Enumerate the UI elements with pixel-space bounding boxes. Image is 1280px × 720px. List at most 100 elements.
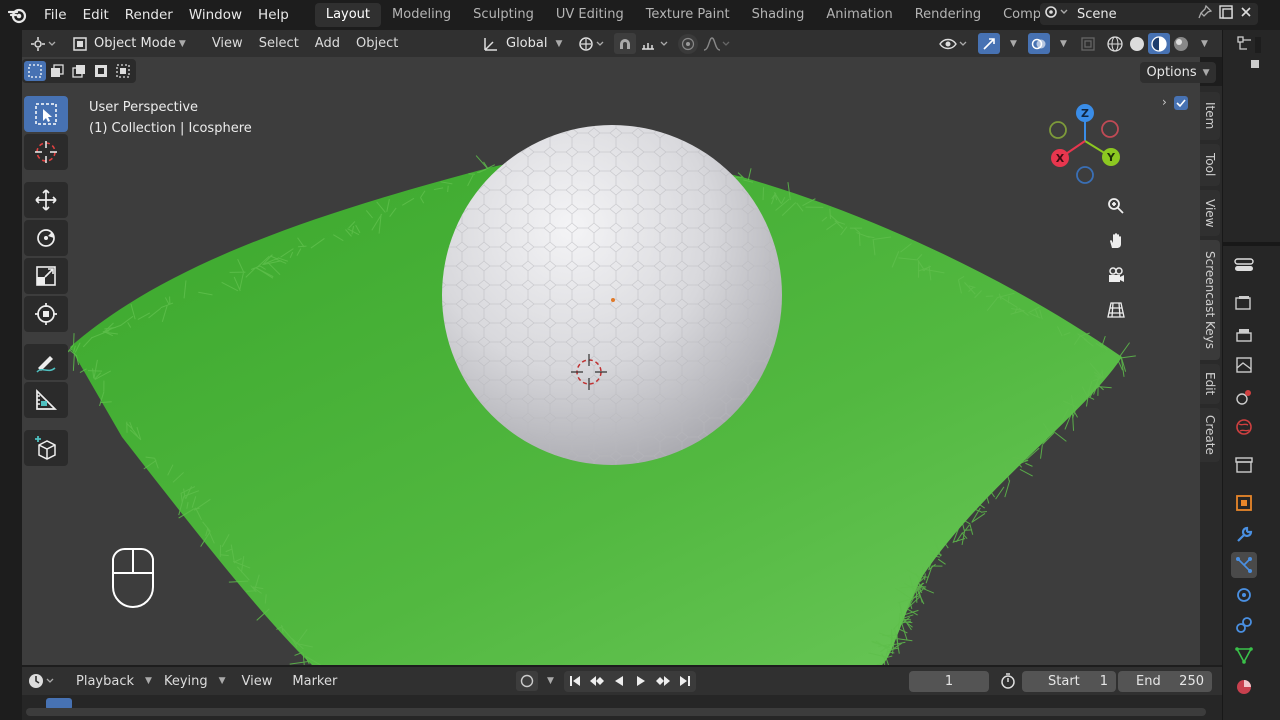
end-frame-field[interactable]: End 250: [1118, 670, 1212, 692]
measure-tool[interactable]: [24, 382, 68, 418]
pivot-point-icon[interactable]: [578, 35, 608, 53]
world-properties-icon[interactable]: [1231, 414, 1257, 440]
menu-window[interactable]: Window: [181, 0, 250, 30]
transform-orientation-dropdown[interactable]: Global ▼: [482, 35, 562, 53]
select-box-tool[interactable]: [24, 96, 68, 132]
start-frame-field[interactable]: Start 1: [1022, 670, 1116, 692]
timeline-editor-icon[interactable]: [28, 672, 58, 690]
proportional-edit-icon[interactable]: [678, 33, 698, 54]
tab-screencast-keys[interactable]: Screencast Keys: [1200, 240, 1220, 360]
view-layer-properties-icon[interactable]: [1231, 352, 1257, 378]
select-intersect-icon[interactable]: [112, 61, 134, 81]
object-properties-icon[interactable]: [1231, 490, 1257, 516]
sidebar-checkbox[interactable]: [1174, 96, 1188, 110]
pin-icon[interactable]: [1198, 4, 1213, 23]
modifier-properties-icon[interactable]: [1231, 522, 1257, 548]
jump-start-icon[interactable]: [564, 671, 586, 692]
tool-properties-icon[interactable]: [1231, 252, 1257, 278]
tab-sculpting[interactable]: Sculpting: [462, 3, 545, 27]
grid-icon[interactable]: [1102, 296, 1130, 324]
constraints-properties-icon[interactable]: [1231, 612, 1257, 638]
current-frame-field[interactable]: 1: [909, 670, 989, 692]
move-tool[interactable]: [24, 182, 68, 218]
3d-viewport[interactable]: User Perspective (1) Collection | Icosph…: [22, 57, 1200, 665]
sidebar-toggle-icon[interactable]: ›: [1162, 95, 1167, 109]
output-properties-icon[interactable]: [1231, 322, 1257, 348]
wireframe-shading-icon[interactable]: [1106, 35, 1124, 53]
tab-animation[interactable]: Animation: [815, 3, 903, 27]
rendered-shading-icon[interactable]: [1172, 35, 1190, 53]
options-dropdown[interactable]: Options ▼: [1140, 62, 1216, 83]
viewport-menu-add[interactable]: Add: [307, 36, 348, 51]
select-new-icon[interactable]: [24, 61, 46, 81]
physics-properties-icon[interactable]: [1231, 582, 1257, 608]
chevron-down-icon[interactable]: ▼: [1010, 39, 1017, 49]
outliner-icon[interactable]: [1237, 36, 1261, 58]
viewport-menu-view[interactable]: View: [204, 36, 251, 51]
chevron-down-icon[interactable]: ▼: [1201, 39, 1208, 49]
cursor-tool[interactable]: [24, 134, 68, 170]
gizmo-toggle-icon[interactable]: [978, 33, 1000, 54]
tab-uv-editing[interactable]: UV Editing: [545, 3, 635, 27]
tab-texture-paint[interactable]: Texture Paint: [635, 3, 741, 27]
tab-create[interactable]: Create: [1200, 408, 1220, 462]
rotate-tool[interactable]: [24, 220, 68, 256]
solid-shading-icon[interactable]: [1128, 35, 1146, 53]
jump-keyframe-forward-icon[interactable]: [652, 671, 674, 692]
chevron-down-icon[interactable]: ▼: [547, 676, 554, 686]
tab-modeling[interactable]: Modeling: [381, 3, 462, 27]
tab-rendering[interactable]: Rendering: [904, 3, 992, 27]
chevron-down-icon[interactable]: ▼: [1060, 39, 1067, 49]
material-preview-shading-icon[interactable]: [1148, 33, 1170, 54]
timeline-ruler[interactable]: [22, 695, 1222, 720]
transform-tool[interactable]: [24, 296, 68, 332]
viewport-menu-select[interactable]: Select: [251, 36, 307, 51]
menu-render[interactable]: Render: [117, 0, 181, 30]
scale-tool[interactable]: [24, 258, 68, 294]
new-scene-icon[interactable]: [1218, 4, 1234, 24]
select-subtract-icon[interactable]: [68, 61, 90, 81]
scene-properties-icon[interactable]: [1231, 384, 1257, 410]
jump-keyframe-back-icon[interactable]: [586, 671, 608, 692]
falloff-icon[interactable]: [702, 35, 732, 53]
pan-hand-icon[interactable]: [1102, 227, 1130, 255]
select-invert-icon[interactable]: [90, 61, 112, 81]
material-properties-icon[interactable]: [1231, 674, 1257, 700]
timeline-scrollbar[interactable]: [26, 708, 1206, 716]
tab-view[interactable]: View: [1200, 190, 1220, 236]
tab-edit[interactable]: Edit: [1200, 364, 1220, 404]
tab-item[interactable]: Item: [1200, 92, 1220, 140]
play-icon[interactable]: [630, 671, 652, 692]
timeline-menu-keying[interactable]: Keying: [156, 674, 216, 689]
jump-end-icon[interactable]: [674, 671, 696, 692]
menu-file[interactable]: File: [36, 0, 75, 30]
timeline-menu-playback[interactable]: Playback: [68, 674, 142, 689]
object-mode-dropdown[interactable]: Object Mode ▼: [66, 33, 192, 54]
viewport-menu-object[interactable]: Object: [348, 36, 406, 51]
tab-shading[interactable]: Shading: [741, 3, 816, 27]
menu-edit[interactable]: Edit: [75, 0, 117, 30]
editor-type-icon[interactable]: [30, 35, 58, 53]
add-cube-tool[interactable]: [24, 430, 68, 466]
auto-keying-icon[interactable]: [516, 671, 538, 691]
tab-tool[interactable]: Tool: [1200, 144, 1220, 186]
navigation-gizmo[interactable]: Z Y X: [1035, 101, 1135, 191]
blender-logo-icon[interactable]: [0, 0, 36, 30]
render-properties-icon[interactable]: [1231, 290, 1257, 316]
stopwatch-icon[interactable]: [997, 671, 1019, 692]
scene-selector[interactable]: Scene: [1040, 3, 1258, 25]
data-properties-icon[interactable]: [1231, 642, 1257, 668]
overlays-toggle-icon[interactable]: [1028, 33, 1050, 54]
annotate-tool[interactable]: [24, 344, 68, 380]
tab-layout[interactable]: Layout: [314, 3, 382, 27]
camera-icon[interactable]: [1102, 261, 1130, 289]
zoom-icon[interactable]: [1102, 192, 1130, 220]
play-reverse-icon[interactable]: [608, 671, 630, 692]
snap-target-icon[interactable]: [640, 35, 674, 53]
collection-properties-icon[interactable]: [1231, 452, 1257, 478]
menu-help[interactable]: Help: [250, 0, 297, 30]
xray-icon[interactable]: [1080, 36, 1096, 52]
timeline-menu-view[interactable]: View: [234, 674, 281, 689]
select-extend-icon[interactable]: [46, 61, 68, 81]
visibility-icon[interactable]: [938, 35, 972, 53]
